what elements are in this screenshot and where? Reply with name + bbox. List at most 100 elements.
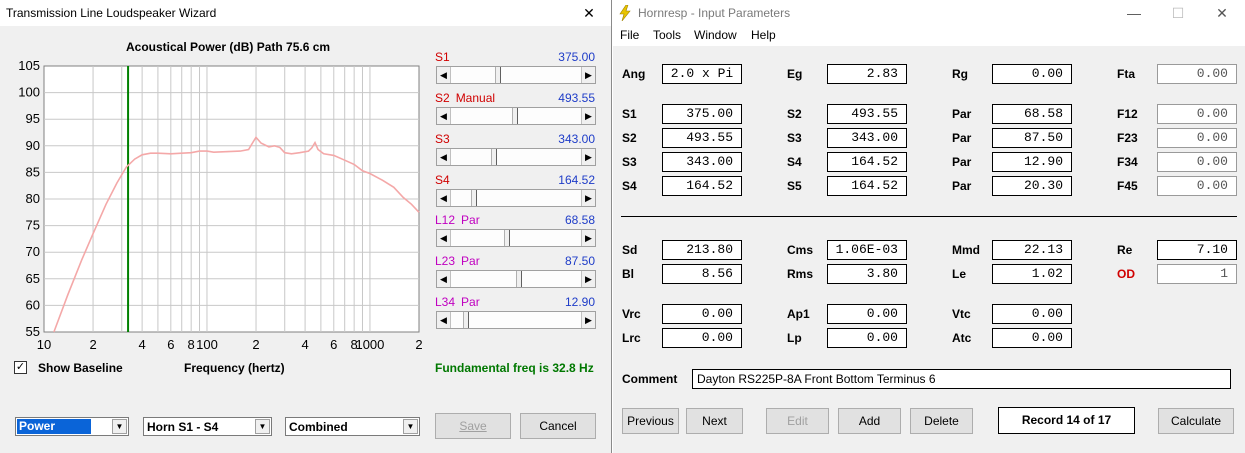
param-field-par4[interactable]: 20.30 <box>992 176 1072 196</box>
horn-section-combo[interactable]: Horn S1 - S4 ▼ <box>143 417 272 436</box>
param-field-rg[interactable]: 0.00 <box>992 64 1072 84</box>
arrow-left-icon[interactable]: ◀ <box>437 271 451 287</box>
delete-button[interactable]: Delete <box>910 408 973 434</box>
param-field-s3[interactable]: 343.00 <box>662 152 742 172</box>
arrow-right-icon[interactable]: ▶ <box>581 271 595 287</box>
param-field-sd[interactable]: 213.80 <box>662 240 742 260</box>
param-field-s5[interactable]: 164.52 <box>827 176 907 196</box>
param-field-s4[interactable]: 164.52 <box>662 176 742 196</box>
edit-button[interactable]: Edit <box>766 408 829 434</box>
arrow-left-icon[interactable]: ◀ <box>437 149 451 165</box>
param-field-f12[interactable]: 0.00 <box>1157 104 1237 124</box>
slider-s1[interactable]: ◀ ▶ <box>436 66 596 84</box>
arrow-left-icon[interactable]: ◀ <box>437 312 451 328</box>
param-field-s3b[interactable]: 343.00 <box>827 128 907 148</box>
comment-field[interactable]: Dayton RS225P-8A Front Bottom Terminus 6 <box>692 369 1231 389</box>
param-field-vrc[interactable]: 0.00 <box>662 304 742 324</box>
arrow-left-icon[interactable]: ◀ <box>437 67 451 83</box>
cancel-button[interactable]: Cancel <box>520 413 596 439</box>
next-button[interactable]: Next <box>686 408 743 434</box>
param-field-lp[interactable]: 0.00 <box>827 328 907 348</box>
slider-tag: Par <box>461 254 480 268</box>
param-field-f34[interactable]: 0.00 <box>1157 152 1237 172</box>
param-field-mmd[interactable]: 22.13 <box>992 240 1072 260</box>
slider-thumb[interactable] <box>470 190 477 206</box>
param-field-eg[interactable]: 2.83 <box>827 64 907 84</box>
arrow-right-icon[interactable]: ▶ <box>581 190 595 206</box>
slider-l12[interactable]: ◀ ▶ <box>436 229 596 247</box>
save-button[interactable]: Save <box>435 413 511 439</box>
param-field-re[interactable]: 7.10 <box>1157 240 1237 260</box>
slider-s2[interactable]: ◀ ▶ <box>436 107 596 125</box>
param-field-od[interactable]: 1 <box>1157 264 1237 284</box>
param-field-par2[interactable]: 87.50 <box>992 128 1072 148</box>
chevron-down-icon[interactable]: ▼ <box>112 419 127 434</box>
plot-type-combo[interactable]: Power ▼ <box>15 417 129 436</box>
slider-name: L12 <box>435 213 456 227</box>
slider-track[interactable] <box>451 312 581 328</box>
previous-button[interactable]: Previous <box>622 408 679 434</box>
menu-file[interactable]: File <box>620 28 639 42</box>
arrow-right-icon[interactable]: ▶ <box>581 149 595 165</box>
previous-button-label: Previous <box>627 414 674 428</box>
slider-s3[interactable]: ◀ ▶ <box>436 148 596 166</box>
slider-track[interactable] <box>451 230 581 246</box>
arrow-right-icon[interactable]: ▶ <box>581 312 595 328</box>
comment-label: Comment <box>622 372 678 386</box>
fundamental-frequency-text: Fundamental freq is 32.8 Hz <box>435 361 594 375</box>
param-field-lrc[interactable]: 0.00 <box>662 328 742 348</box>
slider-track[interactable] <box>451 108 581 124</box>
slider-track[interactable] <box>451 67 581 83</box>
chevron-down-icon[interactable]: ▼ <box>255 419 270 434</box>
param-field-ap1[interactable]: 0.00 <box>827 304 907 324</box>
calculate-button[interactable]: Calculate <box>1158 408 1234 434</box>
slider-thumb[interactable] <box>495 67 502 83</box>
menu-tools[interactable]: Tools <box>653 28 681 42</box>
param-field-s1[interactable]: 375.00 <box>662 104 742 124</box>
arrow-left-icon[interactable]: ◀ <box>437 108 451 124</box>
close-icon[interactable]: ✕ <box>566 0 611 26</box>
slider-thumb[interactable] <box>512 108 519 124</box>
param-field-fta[interactable]: 0.00 <box>1157 64 1237 84</box>
param-label-s4b: S4 <box>787 155 802 169</box>
param-field-le[interactable]: 1.02 <box>992 264 1072 284</box>
slider-l23[interactable]: ◀ ▶ <box>436 270 596 288</box>
show-baseline-checkbox[interactable]: ✓ <box>14 361 27 374</box>
param-field-atc[interactable]: 0.00 <box>992 328 1072 348</box>
chevron-down-icon[interactable]: ▼ <box>403 419 418 434</box>
param-field-f23[interactable]: 0.00 <box>1157 128 1237 148</box>
param-field-rms[interactable]: 3.80 <box>827 264 907 284</box>
param-field-ang[interactable]: 2.0 x Pi <box>662 64 742 84</box>
param-field-bl[interactable]: 8.56 <box>662 264 742 284</box>
arrow-right-icon[interactable]: ▶ <box>581 67 595 83</box>
minimize-icon[interactable]: — <box>1111 0 1157 26</box>
slider-thumb[interactable] <box>516 271 522 287</box>
arrow-right-icon[interactable]: ▶ <box>581 230 595 246</box>
maximize-icon[interactable]: ☐ <box>1155 0 1201 26</box>
slider-thumb[interactable] <box>491 149 498 165</box>
slider-track[interactable] <box>451 149 581 165</box>
slider-track[interactable] <box>451 271 581 287</box>
param-field-s2[interactable]: 493.55 <box>662 128 742 148</box>
param-field-f45[interactable]: 0.00 <box>1157 176 1237 196</box>
param-label-od: OD <box>1117 267 1135 281</box>
param-field-par1[interactable]: 68.58 <box>992 104 1072 124</box>
param-field-par3[interactable]: 12.90 <box>992 152 1072 172</box>
slider-thumb[interactable] <box>462 312 469 328</box>
add-button[interactable]: Add <box>838 408 901 434</box>
slider-s4[interactable]: ◀ ▶ <box>436 189 596 207</box>
response-mode-combo[interactable]: Combined ▼ <box>285 417 420 436</box>
arrow-right-icon[interactable]: ▶ <box>581 108 595 124</box>
close-icon[interactable]: ✕ <box>1199 0 1245 26</box>
arrow-left-icon[interactable]: ◀ <box>437 230 451 246</box>
param-field-vtc[interactable]: 0.00 <box>992 304 1072 324</box>
param-field-s4b[interactable]: 164.52 <box>827 152 907 172</box>
arrow-left-icon[interactable]: ◀ <box>437 190 451 206</box>
param-field-cms[interactable]: 1.06E-03 <box>827 240 907 260</box>
slider-l34[interactable]: ◀ ▶ <box>436 311 596 329</box>
menu-help[interactable]: Help <box>751 28 776 42</box>
slider-track[interactable] <box>451 190 581 206</box>
param-field-s2b[interactable]: 493.55 <box>827 104 907 124</box>
slider-thumb[interactable] <box>504 230 511 246</box>
menu-window[interactable]: Window <box>694 28 737 42</box>
